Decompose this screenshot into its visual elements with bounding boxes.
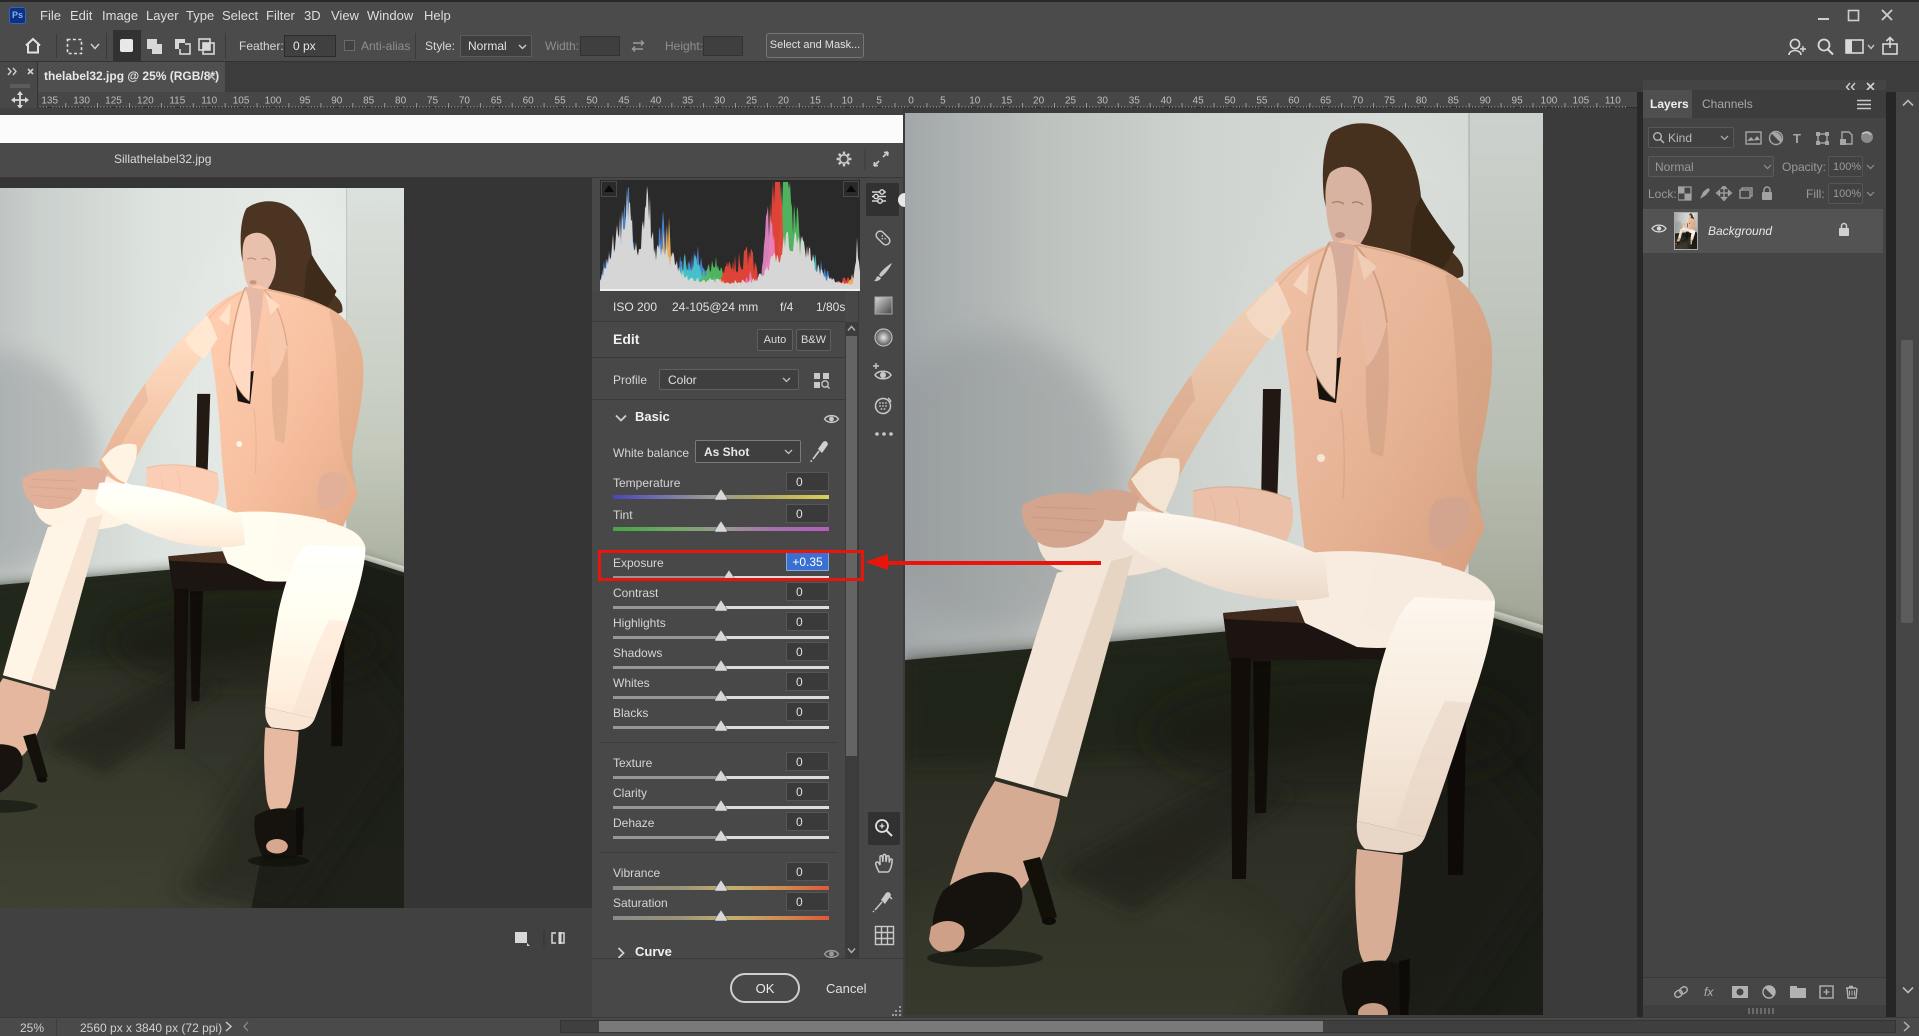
svg-text:125: 125 [105, 96, 122, 107]
svg-text:70: 70 [1352, 96, 1364, 107]
svg-text:35: 35 [682, 96, 694, 107]
svg-text:75: 75 [427, 96, 439, 107]
svg-text:80: 80 [1416, 96, 1428, 107]
svg-text:60: 60 [1288, 96, 1300, 107]
svg-text:135: 135 [41, 96, 58, 107]
svg-text:120: 120 [137, 96, 154, 107]
svg-text:90: 90 [331, 96, 343, 107]
svg-text:60: 60 [523, 96, 535, 107]
svg-text:40: 40 [1161, 96, 1173, 107]
svg-text:20: 20 [778, 96, 790, 107]
svg-text:100: 100 [265, 96, 282, 107]
svg-text:85: 85 [1448, 96, 1460, 107]
svg-text:30: 30 [714, 96, 726, 107]
svg-text:55: 55 [1256, 96, 1268, 107]
svg-text:35: 35 [1129, 96, 1141, 107]
svg-text:70: 70 [459, 96, 471, 107]
svg-text:65: 65 [491, 96, 503, 107]
svg-text:T: T [1793, 131, 1801, 146]
svg-text:40: 40 [650, 96, 662, 107]
svg-text:5: 5 [940, 96, 946, 107]
svg-text:75: 75 [1384, 96, 1396, 107]
svg-text:110: 110 [201, 96, 217, 107]
svg-text:85: 85 [363, 96, 375, 107]
svg-text:105: 105 [233, 96, 250, 107]
svg-text:65: 65 [1320, 96, 1332, 107]
svg-text:105: 105 [1573, 96, 1590, 107]
svg-text:10: 10 [842, 96, 854, 107]
svg-text:45: 45 [1193, 96, 1205, 107]
svg-text:110: 110 [1605, 96, 1621, 107]
svg-text:20: 20 [1033, 96, 1045, 107]
svg-text:115: 115 [169, 96, 185, 107]
svg-text:10: 10 [969, 96, 981, 107]
svg-text:80: 80 [395, 96, 407, 107]
svg-text:50: 50 [1224, 96, 1236, 107]
svg-text:50: 50 [586, 96, 598, 107]
svg-text:fx: fx [1704, 985, 1714, 999]
svg-text:95: 95 [299, 96, 311, 107]
svg-text:130: 130 [73, 96, 90, 107]
svg-text:25: 25 [746, 96, 758, 107]
svg-text:15: 15 [810, 96, 822, 107]
svg-text:95: 95 [1512, 96, 1524, 107]
svg-text:45: 45 [618, 96, 630, 107]
svg-text:25: 25 [1065, 96, 1077, 107]
svg-text:55: 55 [555, 96, 567, 107]
svg-text:15: 15 [1001, 96, 1013, 107]
svg-text:100: 100 [1541, 96, 1558, 107]
svg-text:90: 90 [1480, 96, 1492, 107]
svg-text:0: 0 [908, 96, 914, 107]
svg-text:30: 30 [1097, 96, 1109, 107]
svg-text:5: 5 [876, 96, 882, 107]
